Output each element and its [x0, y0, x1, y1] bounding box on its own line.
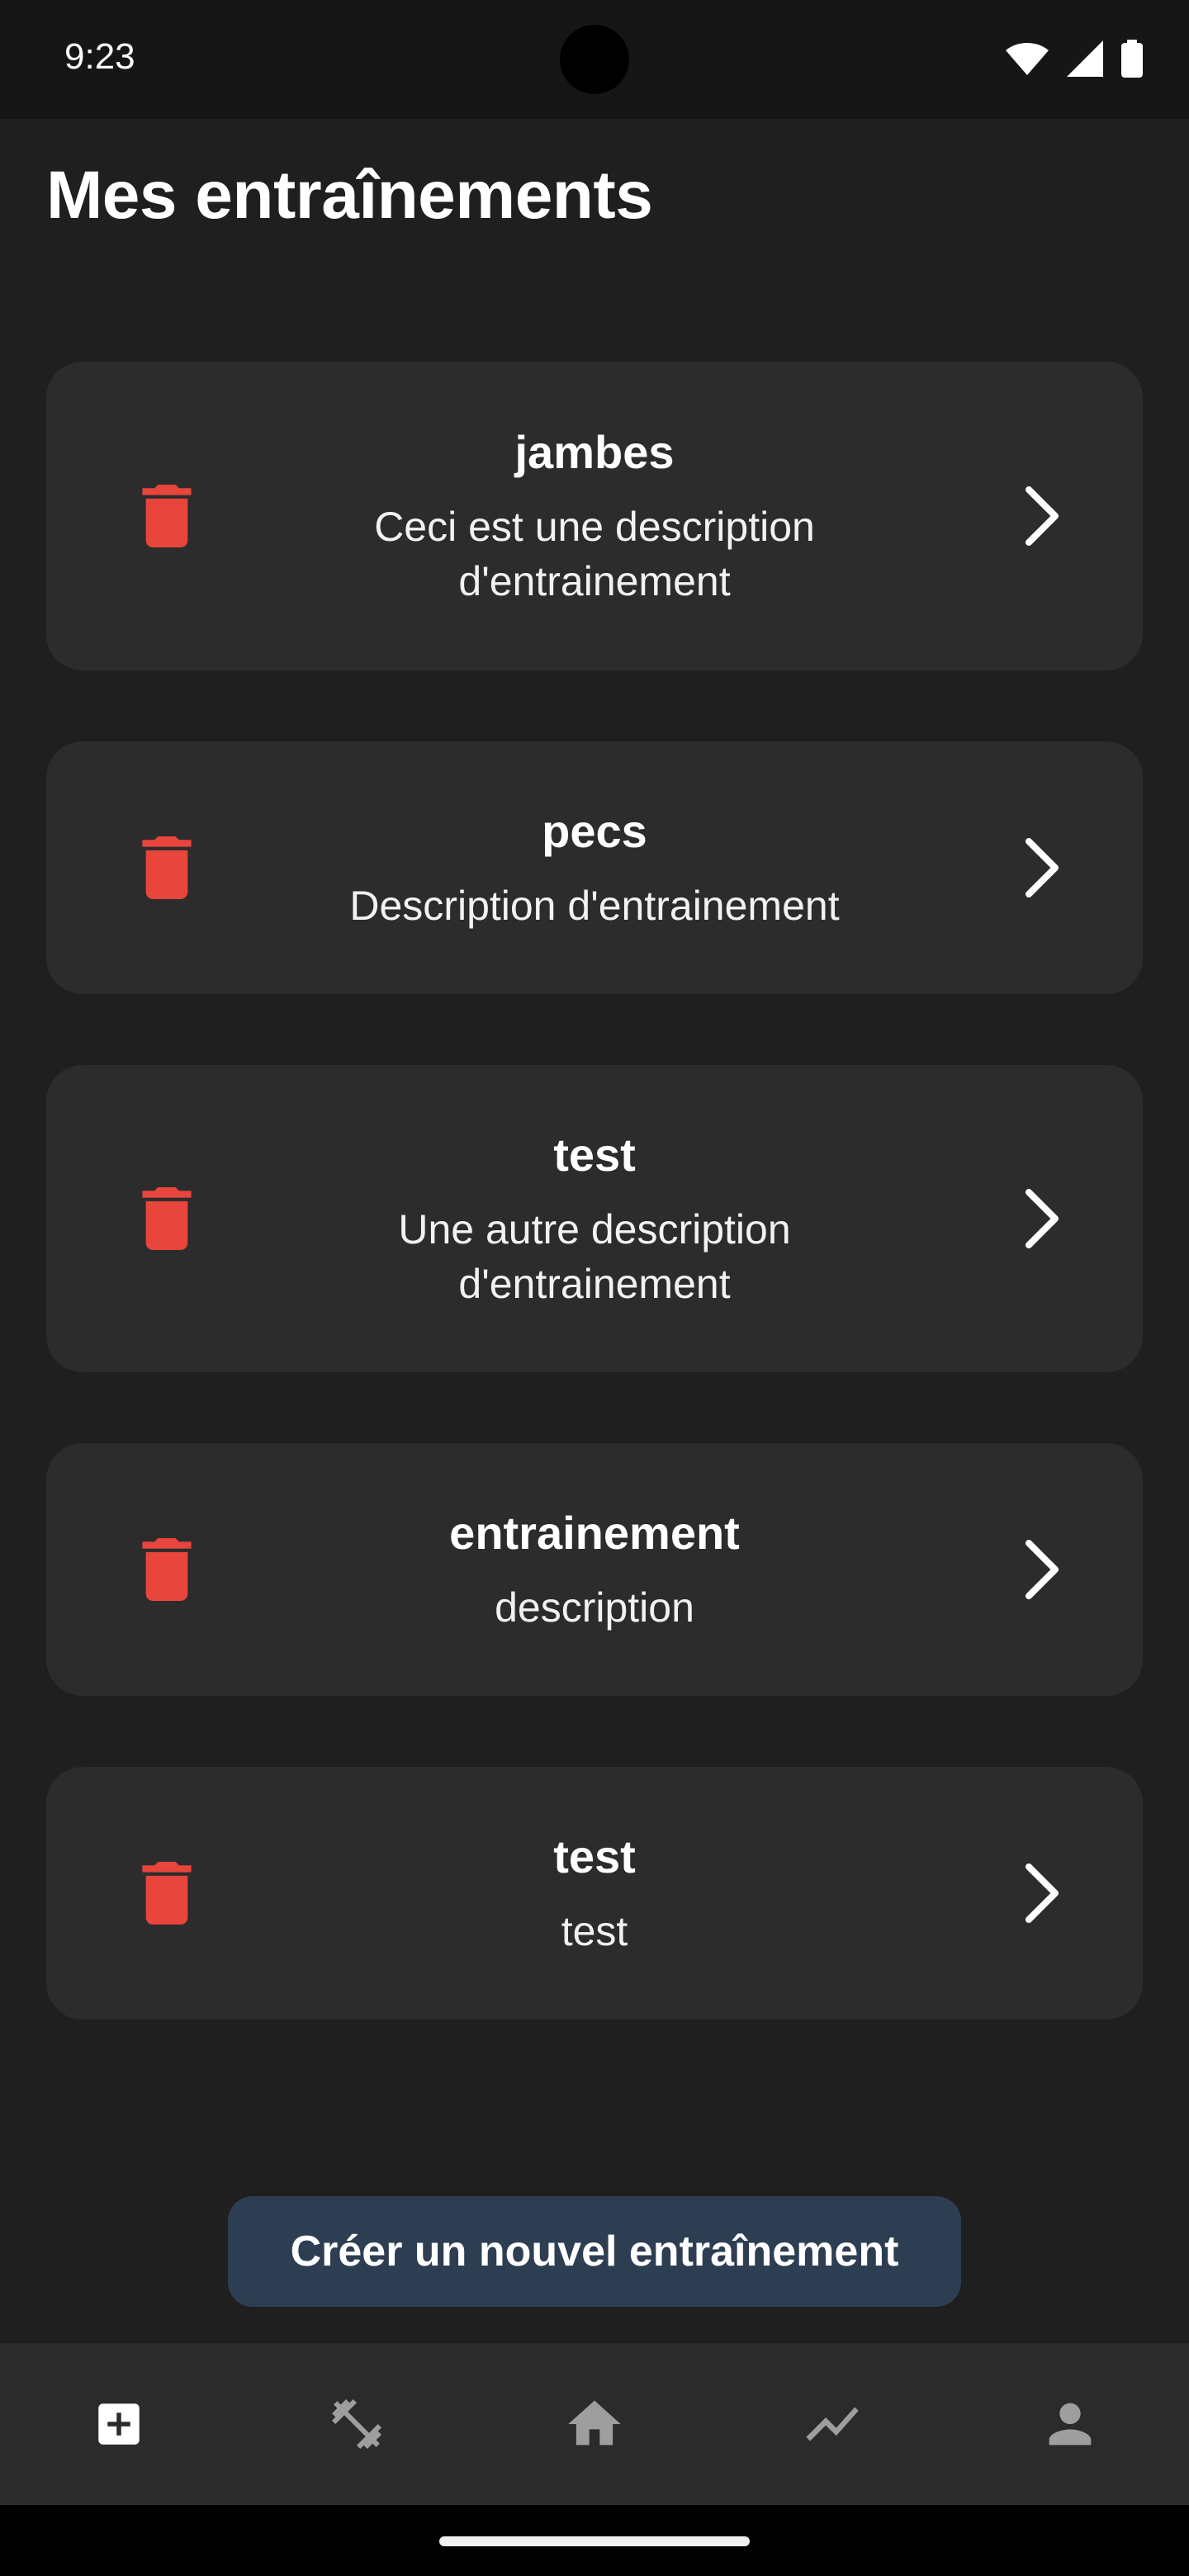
trending-icon	[806, 2407, 859, 2441]
workout-text: entrainement description	[261, 1505, 928, 1635]
nav-item-add[interactable]	[0, 2343, 238, 2505]
workout-text: test test	[261, 1829, 928, 1958]
gesture-area	[0, 2505, 1189, 2576]
delete-trash-icon[interactable]	[139, 836, 195, 899]
workout-text: pecs Description d'entrainement	[261, 803, 928, 933]
nav-item-exercises[interactable]	[238, 2343, 476, 2505]
chevron-right-icon[interactable]	[1024, 836, 1062, 899]
workout-title: pecs	[542, 805, 647, 857]
status-time: 9:23	[64, 36, 135, 77]
workout-description: description	[261, 1580, 928, 1635]
workout-title: entrainement	[449, 1507, 740, 1559]
cell-signal-icon	[1067, 40, 1103, 77]
bottom-navigation	[0, 2343, 1189, 2505]
status-icons	[1006, 40, 1143, 78]
workout-description-line: d'entrainement	[458, 1261, 731, 1308]
chevron-right-icon[interactable]	[1024, 485, 1062, 547]
workout-card[interactable]: pecs Description d'entrainement	[46, 741, 1143, 994]
nav-item-home[interactable]	[476, 2343, 713, 2505]
workout-card[interactable]: test test	[46, 1767, 1143, 2020]
chevron-right-icon[interactable]	[1024, 1862, 1062, 1925]
nav-item-stats[interactable]	[713, 2343, 951, 2505]
workout-description-line: d'entrainement	[458, 558, 731, 605]
delete-trash-icon[interactable]	[139, 1187, 195, 1250]
wifi-icon	[1006, 43, 1049, 75]
workout-description: Une autre description d'entrainement	[261, 1202, 928, 1311]
page-title: Mes entraînements	[46, 158, 653, 233]
workout-title: test	[553, 1129, 636, 1181]
workout-card[interactable]: test Une autre description d'entrainement	[46, 1065, 1143, 1372]
workout-title: test	[553, 1830, 636, 1882]
workout-description-line: Une autre description	[398, 1206, 791, 1253]
workout-description-line: Ceci est une description	[374, 504, 815, 551]
person-icon	[1049, 2403, 1092, 2446]
workout-description: Description d'entrainement	[261, 878, 928, 933]
workout-card[interactable]: entrainement description	[46, 1443, 1143, 1696]
chevron-right-icon[interactable]	[1024, 1538, 1062, 1601]
chevron-right-icon[interactable]	[1024, 1187, 1062, 1250]
workout-text: test Une autre description d'entrainement	[261, 1127, 928, 1311]
gesture-handle[interactable]	[439, 2536, 750, 2546]
delete-trash-icon[interactable]	[139, 1862, 195, 1925]
workout-description-line: Description d'entrainement	[349, 883, 840, 930]
workout-description: test	[261, 1904, 928, 1958]
status-bar: 9:23	[0, 0, 1189, 119]
workout-text: jambes Ceci est une description d'entraine…	[261, 424, 928, 608]
create-workout-button[interactable]: Créer un nouvel entraînement	[228, 2196, 961, 2307]
home-icon	[568, 2400, 621, 2446]
workout-description-line: description	[495, 1584, 694, 1631]
workout-description-line: test	[561, 1908, 628, 1955]
workout-description: Ceci est une description d'entrainement	[261, 500, 928, 608]
workout-title: jambes	[514, 426, 675, 478]
workout-card[interactable]: jambes Ceci est une description d'entraine…	[46, 362, 1143, 670]
delete-trash-icon[interactable]	[139, 485, 195, 547]
delete-trash-icon[interactable]	[139, 1538, 195, 1601]
camera-cutout	[560, 25, 629, 94]
add-box-icon	[98, 2403, 140, 2445]
dumbbell-icon	[332, 2399, 381, 2449]
battery-icon	[1121, 40, 1143, 78]
nav-item-profile[interactable]	[951, 2343, 1189, 2505]
